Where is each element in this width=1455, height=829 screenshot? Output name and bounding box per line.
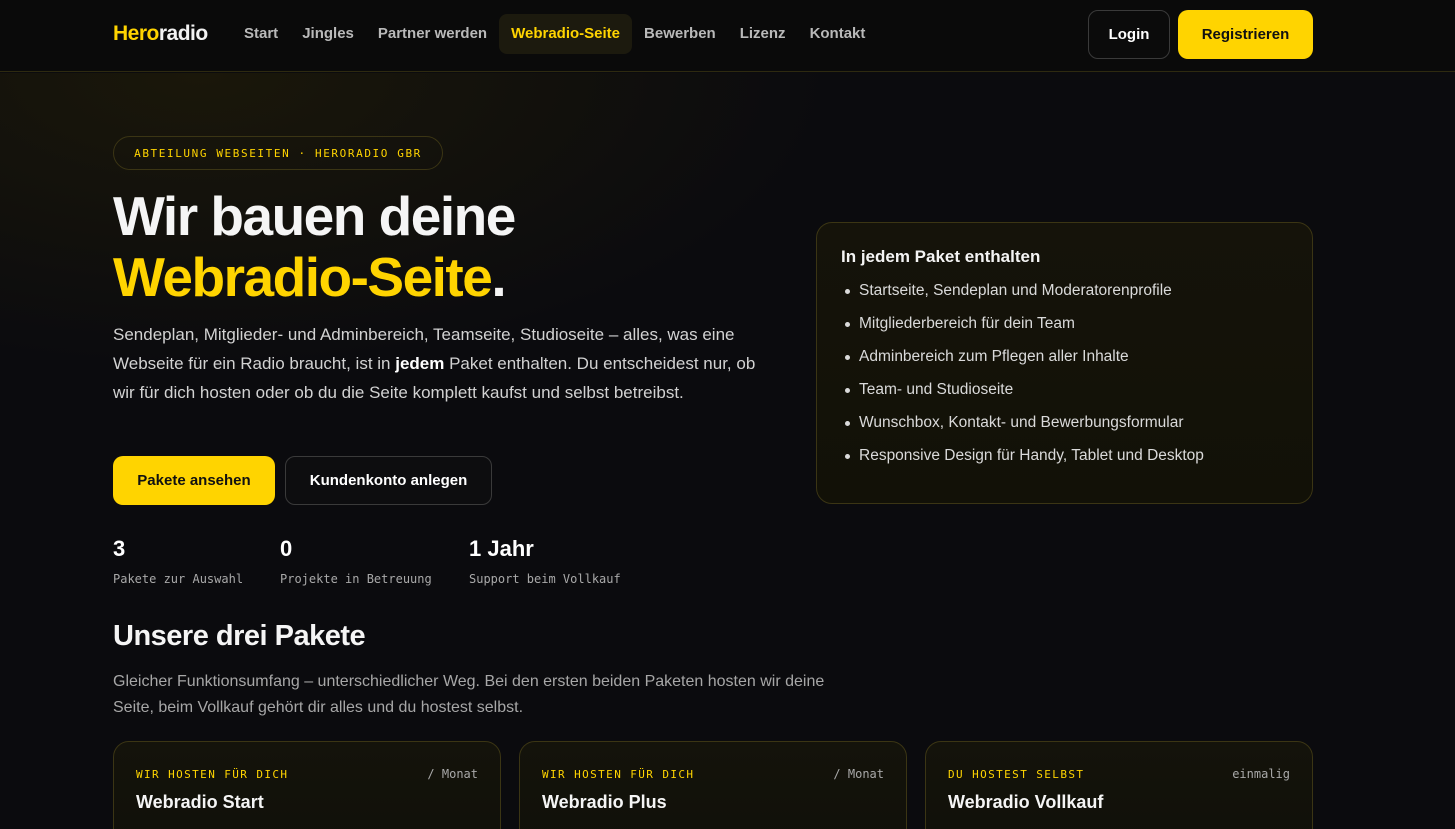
package-period: einmalig <box>1232 767 1290 781</box>
hero-lead-text: Sendeplan, Mitglieder- und Adminbereich,… <box>113 320 763 407</box>
headline-line1: Wir bauen deine <box>113 185 516 247</box>
included-title: In jedem Paket enthalten <box>841 247 1041 266</box>
package-period: / Monat <box>833 767 884 781</box>
package-tag: WIR HOSTEN FÜR DICH <box>542 768 695 781</box>
package-tag: WIR HOSTEN FÜR DICH <box>136 768 289 781</box>
stat-support: 1 Jahr Support beim Vollkauf <box>469 536 621 586</box>
department-badge: ABTEILUNG WEBSEITEN · HERORADIO GBR <box>113 136 443 170</box>
list-item: Wunschbox, Kontakt- und Bewerbungsformul… <box>841 413 1288 446</box>
package-card-start[interactable]: WIR HOSTEN FÜR DICH / Monat Webradio Sta… <box>113 741 501 829</box>
logo-radio-text: radio <box>158 22 208 45</box>
included-list: Startseite, Sendeplan und Moderatorenpro… <box>841 281 1288 479</box>
view-packages-button[interactable]: Pakete ansehen <box>113 456 275 505</box>
main-nav: Start Jingles Partner werden Webradio-Se… <box>232 14 877 54</box>
headline-dot: . <box>491 246 506 308</box>
package-period: / Monat <box>427 767 478 781</box>
lead-emphasis: jedem <box>395 354 445 373</box>
nav-item-partner-werden[interactable]: Partner werden <box>366 14 499 54</box>
packages-section-subtitle: Gleicher Funktionsumfang – unterschiedli… <box>113 673 825 716</box>
list-item: Adminbereich zum Pflegen aller Inhalte <box>841 347 1288 380</box>
nav-item-start[interactable]: Start <box>232 14 290 54</box>
page-headline: Wir bauen deine Webradio-Seite. <box>113 186 813 308</box>
package-name: Webradio Vollkauf <box>948 792 1104 812</box>
nav-item-lizenz[interactable]: Lizenz <box>728 14 798 54</box>
stat-projects: 0 Projekte in Betreuung <box>280 536 432 586</box>
stat-label: Pakete zur Auswahl <box>113 572 244 586</box>
logo[interactable]: Heroradio <box>113 22 208 46</box>
nav-item-webradio-seite[interactable]: Webradio-Seite <box>499 14 633 54</box>
nav-item-jingles[interactable]: Jingles <box>290 14 366 54</box>
package-name: Webradio Plus <box>542 792 667 812</box>
package-name: Webradio Start <box>136 792 264 812</box>
packages-section-title: Unsere drei Pakete <box>113 620 366 652</box>
package-card-plus[interactable]: WIR HOSTEN FÜR DICH / Monat Webradio Plu… <box>519 741 907 829</box>
list-item: Mitgliederbereich für dein Team <box>841 314 1288 347</box>
package-tag: DU HOSTEST SELBST <box>948 768 1085 781</box>
included-features-card: In jedem Paket enthalten Startseite, Sen… <box>816 222 1313 504</box>
stat-value: 1 Jahr <box>469 536 534 561</box>
nav-item-kontakt[interactable]: Kontakt <box>798 14 878 54</box>
top-navigation-bar: Heroradio Start Jingles Partner werden W… <box>0 0 1455 72</box>
stat-packages: 3 Pakete zur Auswahl <box>113 536 243 586</box>
list-item: Team- und Studioseite <box>841 380 1288 413</box>
package-card-vollkauf[interactable]: DU HOSTEST SELBST einmalig Webradio Voll… <box>925 741 1313 829</box>
nav-item-bewerben[interactable]: Bewerben <box>632 14 728 54</box>
list-item: Startseite, Sendeplan und Moderatorenpro… <box>841 281 1288 314</box>
stat-label: Projekte in Betreuung <box>280 572 432 586</box>
list-item: Responsive Design für Handy, Tablet und … <box>841 446 1288 479</box>
stat-value: 3 <box>113 536 126 561</box>
stat-label: Support beim Vollkauf <box>469 572 621 586</box>
register-button[interactable]: Registrieren <box>1178 10 1313 59</box>
headline-accent: Webradio-Seite <box>113 246 493 308</box>
create-account-button[interactable]: Kundenkonto anlegen <box>285 456 492 505</box>
logo-hero-text: Hero <box>113 22 159 45</box>
stat-value: 0 <box>280 536 293 561</box>
login-button[interactable]: Login <box>1088 10 1170 59</box>
